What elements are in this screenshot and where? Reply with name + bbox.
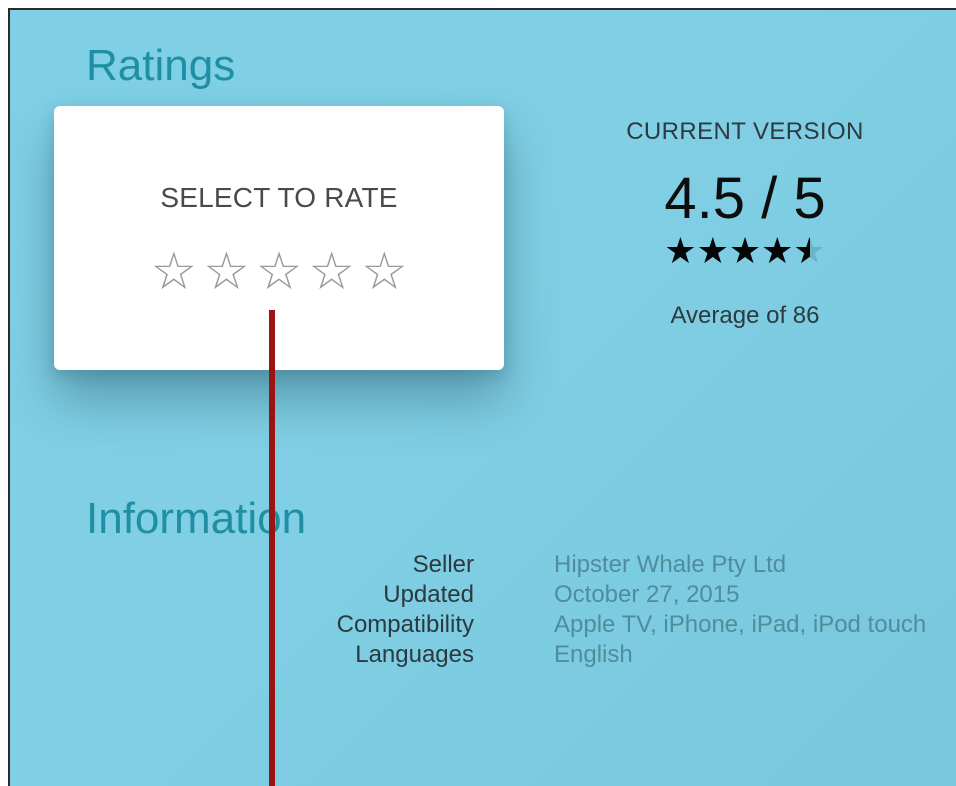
star-outline-icon[interactable]: ☆ bbox=[256, 246, 303, 298]
info-value: Hipster Whale Pty Ltd bbox=[554, 551, 787, 578]
star-outline-icon[interactable]: ☆ bbox=[203, 246, 250, 298]
info-row-languages: Languages English bbox=[210, 640, 950, 670]
star-filled-icon: ★ ★ bbox=[664, 231, 697, 272]
current-version-score: 4.5 / 5 bbox=[664, 166, 826, 231]
star-outline-icon[interactable]: ☆ bbox=[361, 246, 408, 298]
info-key: Languages bbox=[355, 641, 474, 668]
star-filled-icon: ★ ★ bbox=[761, 231, 794, 272]
info-key: Seller bbox=[412, 551, 474, 578]
star-filled-icon: ★ ★ bbox=[728, 231, 762, 272]
select-to-rate-label: SELECT TO RATE bbox=[160, 182, 398, 213]
information-table: Seller Hipster Whale Pty Ltd Updated Oct… bbox=[210, 550, 950, 670]
current-rating-stars: ★★★★★★★★★★ bbox=[590, 234, 900, 270]
ratings-section-title: Ratings bbox=[86, 41, 236, 90]
select-to-rate-card[interactable]: SELECT TO RATE ☆ ☆ ☆ ☆ ☆ bbox=[54, 106, 504, 370]
info-row-seller: Seller Hipster Whale Pty Ltd bbox=[210, 550, 950, 580]
rate-stars[interactable]: ☆ ☆ ☆ ☆ ☆ bbox=[54, 246, 504, 298]
info-value: Apple TV, iPhone, iPad, iPod touch bbox=[554, 611, 927, 638]
star-half-icon: ★★ bbox=[793, 231, 826, 272]
info-value: English bbox=[554, 641, 633, 668]
info-key: Compatibility bbox=[336, 611, 474, 638]
star-filled-icon: ★ ★ bbox=[696, 231, 729, 272]
info-key: Updated bbox=[383, 581, 474, 608]
info-row-updated: Updated October 27, 2015 bbox=[210, 580, 950, 610]
current-version-label: CURRENT VERSION bbox=[626, 118, 864, 145]
star-outline-icon[interactable]: ☆ bbox=[308, 246, 355, 298]
screenshot-frame: Ratings SELECT TO RATE ☆ ☆ ☆ ☆ ☆ CURRENT… bbox=[0, 0, 956, 786]
app-detail-screen: Ratings SELECT TO RATE ☆ ☆ ☆ ☆ ☆ CURRENT… bbox=[8, 8, 956, 786]
rating-average-count: Average of 86 bbox=[670, 302, 820, 329]
star-outline-icon[interactable]: ☆ bbox=[150, 246, 197, 298]
current-version-rating: CURRENT VERSION 4.5 / 5 ★★★★★★★★★★ Avera… bbox=[590, 118, 900, 330]
info-value: October 27, 2015 bbox=[554, 581, 740, 608]
info-row-compatibility: Compatibility Apple TV, iPhone, iPad, iP… bbox=[210, 610, 950, 640]
callout-pointer-line bbox=[269, 310, 275, 786]
